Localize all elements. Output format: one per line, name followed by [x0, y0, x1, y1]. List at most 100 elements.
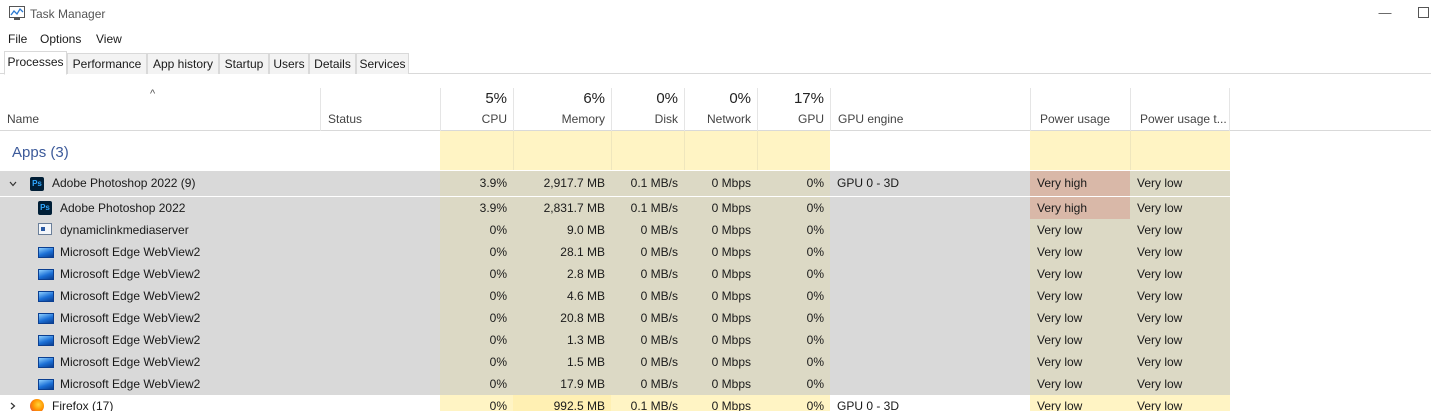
group-header-apps[interactable]: Apps (3) [0, 131, 1431, 170]
cell-memory: 4.6 MB [513, 285, 611, 307]
cell-gpu-engine [830, 373, 1030, 395]
cell-network: 0 Mbps [684, 241, 757, 263]
cell-power: Very low [1030, 395, 1130, 411]
tab-strip: Processes Performance App history Startu… [0, 51, 1431, 75]
cell-gpu-engine [830, 197, 1030, 219]
cell-gpu: 0% [757, 395, 830, 411]
tab-startup[interactable]: Startup [219, 53, 269, 74]
tab-services[interactable]: Services [356, 53, 409, 74]
cell-gpu-engine [830, 285, 1030, 307]
cell-power-trend: Very low [1130, 351, 1230, 373]
tab-processes[interactable]: Processes [4, 51, 67, 75]
cell-network: 0 Mbps [684, 219, 757, 241]
cell-memory: 2,831.7 MB [513, 197, 611, 219]
edge-webview-icon [38, 313, 54, 324]
column-header-memory[interactable]: 6% Memory [513, 88, 611, 131]
menu-file[interactable]: File [8, 32, 27, 46]
cell-disk: 0 MB/s [611, 329, 684, 351]
table-row[interactable]: Microsoft Edge WebView2 0% 28.1 MB 0 MB/s 0 … [0, 241, 1431, 263]
cell-gpu-engine [830, 329, 1030, 351]
cell-memory: 9.0 MB [513, 219, 611, 241]
table-row[interactable]: Microsoft Edge WebView2 0% 20.8 MB 0 MB/s 0 … [0, 307, 1431, 329]
tab-app-history[interactable]: App history [147, 53, 219, 74]
column-header-power-usage-trend[interactable]: Power usage t... [1130, 88, 1230, 131]
table-row[interactable]: Microsoft Edge WebView2 0% 2.8 MB 0 MB/s 0 M… [0, 263, 1431, 285]
chevron-right-icon[interactable] [9, 402, 17, 410]
edge-webview-icon [38, 269, 54, 280]
cell-gpu-engine [830, 351, 1030, 373]
column-header-power-usage[interactable]: Power usage [1030, 88, 1130, 131]
cell-gpu: 0% [757, 307, 830, 329]
column-header-disk[interactable]: 0% Disk [611, 88, 684, 131]
cell-gpu: 0% [757, 197, 830, 219]
column-header-status[interactable]: Status [320, 88, 440, 131]
cell-cpu: 0% [440, 395, 513, 411]
cell-disk: 0 MB/s [611, 373, 684, 395]
column-header-row: ^ Name Status 5% CPU 6% Memory 0% Disk 0… [0, 88, 1431, 131]
table-row[interactable]: Ps Adobe Photoshop 2022 3.9% 2,831.7 MB 0.1 … [0, 197, 1431, 219]
table-row[interactable]: Firefox (17) 0% 992.5 MB 0.1 MB/s 0 Mbps 0% GP… [0, 395, 1431, 411]
cell-memory: 20.8 MB [513, 307, 611, 329]
process-name-cell: Microsoft Edge WebView2 [0, 263, 320, 285]
column-header-network[interactable]: 0% Network [684, 88, 757, 131]
cell-network: 0 Mbps [684, 197, 757, 219]
table-row[interactable]: Microsoft Edge WebView2 0% 4.6 MB 0 MB/s 0 M… [0, 285, 1431, 307]
cell-power: Very low [1030, 351, 1130, 373]
cell-power-trend: Very low [1130, 307, 1230, 329]
cell-power: Very low [1030, 263, 1130, 285]
table-row[interactable]: Microsoft Edge WebView2 0% 1.3 MB 0 MB/s 0 M… [0, 329, 1431, 351]
column-header-cpu[interactable]: 5% CPU [440, 88, 513, 131]
tab-performance[interactable]: Performance [67, 53, 147, 74]
cell-power-trend: Very low [1130, 395, 1230, 411]
cell-power-trend: Very low [1130, 263, 1230, 285]
process-name-cell: Microsoft Edge WebView2 [0, 241, 320, 263]
cell-disk: 0.1 MB/s [611, 395, 684, 411]
cell-gpu-engine [830, 219, 1030, 241]
cell-gpu: 0% [757, 241, 830, 263]
tab-users[interactable]: Users [269, 53, 309, 74]
cell-disk: 0 MB/s [611, 263, 684, 285]
process-name-cell: Firefox (17) [0, 395, 320, 411]
minimize-button[interactable]: — [1375, 3, 1395, 23]
photoshop-icon: Ps [38, 201, 52, 215]
column-header-gpu[interactable]: 17% GPU [757, 88, 830, 131]
cell-gpu: 0% [757, 171, 830, 196]
cell-cpu: 0% [440, 285, 513, 307]
task-manager-icon [9, 6, 25, 20]
menu-options[interactable]: Options [40, 32, 81, 46]
cell-gpu: 0% [757, 263, 830, 285]
cell-gpu-engine [830, 241, 1030, 263]
edge-webview-icon [38, 247, 54, 258]
group-label: Apps (3) [12, 144, 69, 161]
table-row[interactable]: dynamiclinkmediaserver 0% 9.0 MB 0 MB/s 0 Mb… [0, 219, 1431, 241]
cell-cpu: 0% [440, 373, 513, 395]
chevron-down-icon[interactable] [9, 180, 17, 188]
cell-network: 0 Mbps [684, 395, 757, 411]
cell-power-trend: Very low [1130, 329, 1230, 351]
table-row[interactable]: Microsoft Edge WebView2 0% 1.5 MB 0 MB/s 0 M… [0, 351, 1431, 373]
cell-power: Very high [1030, 197, 1130, 219]
cell-network: 0 Mbps [684, 329, 757, 351]
tab-details[interactable]: Details [309, 53, 356, 74]
cell-cpu: 0% [440, 263, 513, 285]
cell-power-trend: Very low [1130, 219, 1230, 241]
process-name-cell: Ps Adobe Photoshop 2022 (9) [0, 171, 320, 196]
edge-webview-icon [38, 379, 54, 390]
table-row[interactable]: Ps Adobe Photoshop 2022 (9) 3.9% 2,917.7 MB… [0, 171, 1431, 196]
sort-ascending-icon: ^ [150, 88, 156, 100]
process-name-cell: dynamiclinkmediaserver [0, 219, 320, 241]
process-name: Microsoft Edge WebView2 [60, 245, 201, 259]
column-header-name[interactable]: ^ Name [0, 88, 320, 131]
table-row[interactable]: Microsoft Edge WebView2 0% 17.9 MB 0 MB/s 0 … [0, 373, 1431, 395]
process-name: Microsoft Edge WebView2 [60, 333, 201, 347]
menu-view[interactable]: View [96, 32, 122, 46]
column-header-gpu-engine[interactable]: GPU engine [830, 88, 1030, 131]
cell-cpu: 3.9% [440, 171, 513, 196]
window-title: Task Manager [30, 7, 106, 21]
process-name: Microsoft Edge WebView2 [60, 355, 201, 369]
process-name-cell: Microsoft Edge WebView2 [0, 351, 320, 373]
process-name: Microsoft Edge WebView2 [60, 289, 201, 303]
window-app-icon [38, 223, 52, 235]
cell-gpu-engine: GPU 0 - 3D [837, 176, 900, 190]
maximize-button[interactable] [1418, 7, 1429, 18]
